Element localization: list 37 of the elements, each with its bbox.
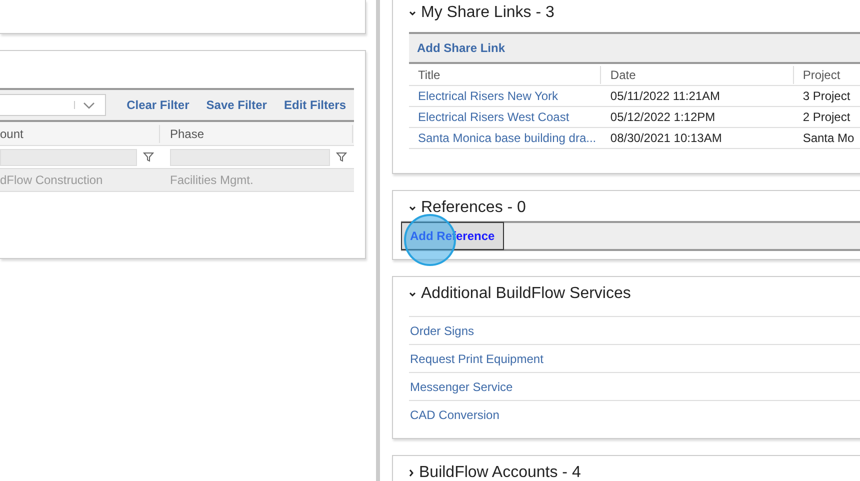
section-title[interactable]: References - 0 [421, 196, 526, 220]
section-title[interactable]: My Share Links - 3 [421, 1, 554, 25]
column-header[interactable]: Date [601, 66, 794, 84]
section-title[interactable]: BuildFlow Accounts - 4 [419, 461, 581, 481]
chevron-down-icon[interactable] [409, 10, 416, 16]
section-title[interactable]: Additional BuildFlow Services [421, 282, 631, 306]
chevron-down-icon [82, 102, 95, 108]
filter-input[interactable] [170, 148, 330, 166]
share-link[interactable]: Electrical Risers West Coast [409, 108, 602, 126]
toolbar-link[interactable]: Clear Filter [126, 96, 190, 114]
table-cell-text: 08/30/2021 10:13AM [609, 130, 723, 147]
add-link[interactable]: Add Share Link [417, 39, 506, 57]
table-cell-text: Facilities Mgmt. [169, 172, 254, 189]
toolbar-link[interactable]: Save Filter [206, 96, 267, 114]
table-cell-text: dFlow Construction [0, 172, 104, 189]
column-header[interactable]: Title [409, 66, 602, 84]
table-cell-text: 3 Project [802, 88, 852, 105]
filter-icon[interactable] [143, 152, 154, 162]
service-link[interactable]: CAD Conversion [409, 400, 860, 428]
filter-input[interactable] [0, 148, 137, 166]
toolbar-link[interactable]: Edit Filters [284, 96, 346, 114]
service-link[interactable]: Messenger Service [409, 372, 860, 400]
table-cell-text: 05/12/2022 1:12PM [609, 109, 716, 126]
table-cell-text: Santa Mo [802, 130, 856, 147]
chevron-down-icon[interactable] [409, 292, 416, 296]
filter-icon[interactable] [336, 152, 347, 162]
share-link[interactable]: Santa Monica base building dra... [409, 129, 602, 147]
chevron-right-icon[interactable] [409, 469, 414, 477]
chevron-down-icon[interactable] [409, 206, 416, 210]
column-header[interactable]: Phase [160, 124, 353, 142]
table-cell-text: 05/11/2022 11:21AM [609, 88, 722, 105]
table-cell-text: 2 Project [802, 109, 852, 126]
service-link[interactable]: Request Print Equipment [409, 344, 860, 372]
share-link[interactable]: Electrical Risers New York [409, 87, 602, 105]
column-header[interactable]: Project [794, 66, 860, 84]
service-link[interactable]: Order Signs [409, 316, 860, 344]
column-header[interactable]: ount [0, 124, 160, 142]
